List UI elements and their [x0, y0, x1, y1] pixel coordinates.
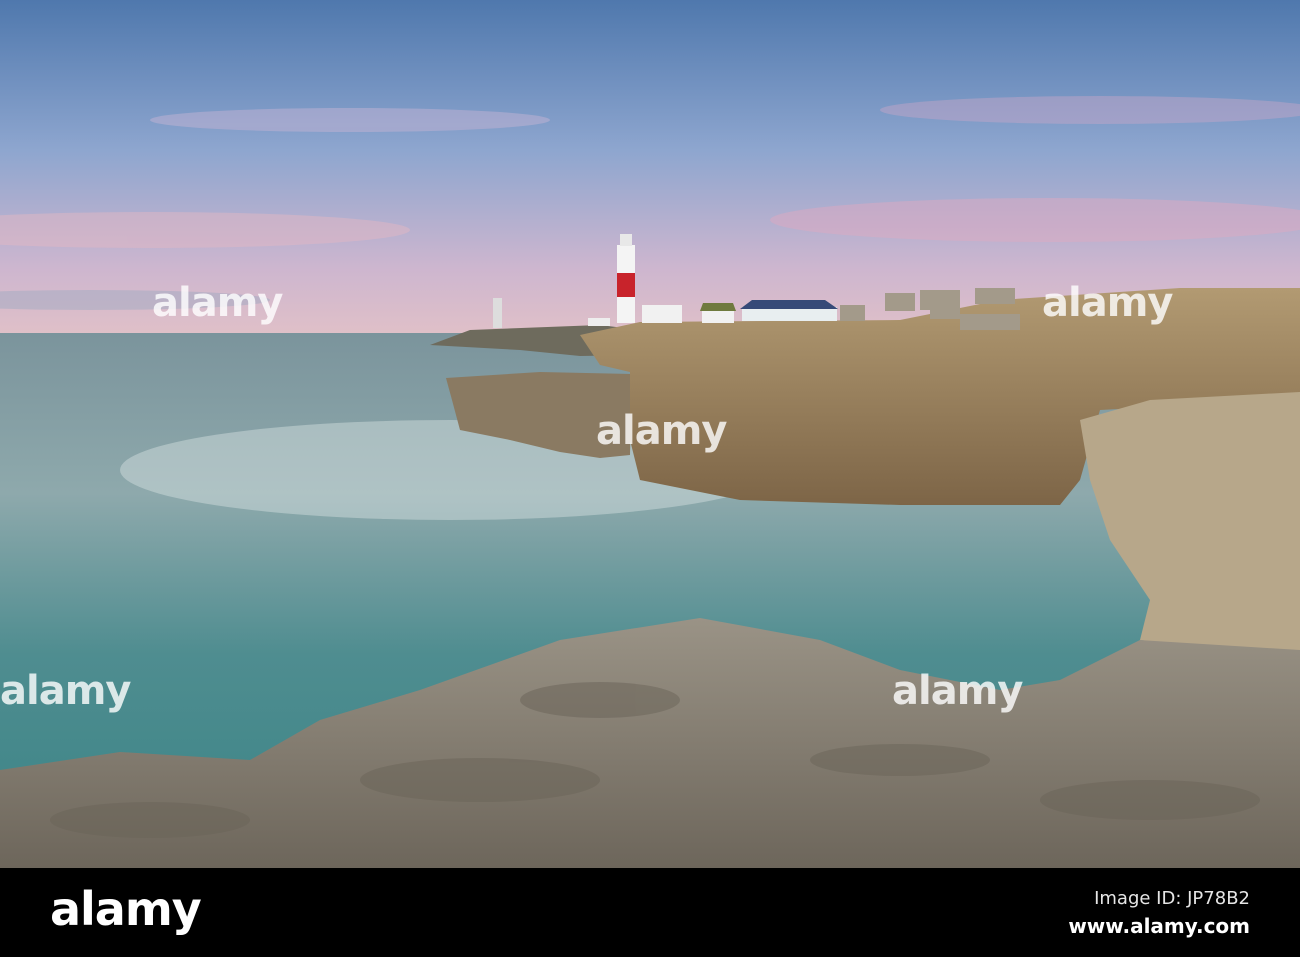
- alamy-logo: alamy: [50, 882, 202, 936]
- image-id: Image ID: JP78B2: [1094, 888, 1250, 909]
- stock-photo: alamy alamy alamy alamy alamy alamy Imag…: [0, 0, 1300, 957]
- watermark: alamy: [596, 408, 727, 454]
- watermark: alamy: [1042, 280, 1173, 326]
- lighthouse: [617, 234, 635, 323]
- footer-bar: alamy Image ID: JP78B2 www.alamy.com: [0, 868, 1300, 957]
- watermark: alamy: [892, 668, 1023, 714]
- watermark: alamy: [0, 668, 131, 714]
- watermark: alamy: [152, 280, 283, 326]
- website-link[interactable]: www.alamy.com: [1068, 914, 1250, 938]
- daymark-obelisk: [493, 298, 502, 328]
